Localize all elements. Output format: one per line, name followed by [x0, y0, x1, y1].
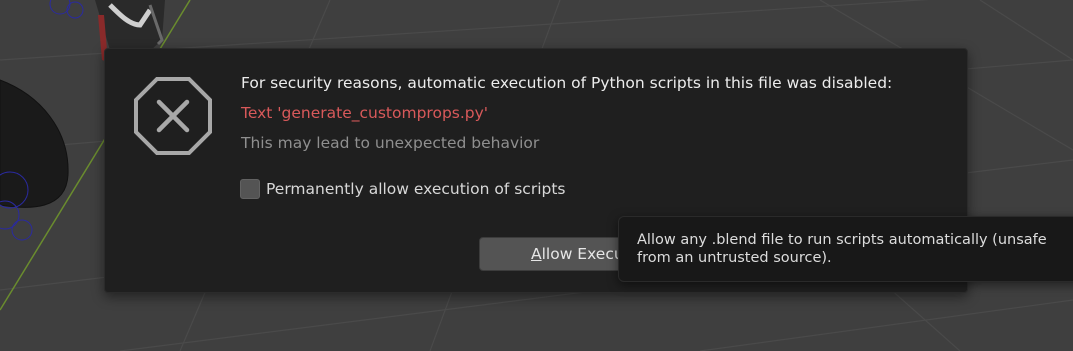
- allow-button-label: llow Execu: [541, 245, 624, 263]
- tooltip-line-2: from an untrusted source).: [637, 250, 832, 266]
- tooltip-line-1: Allow any .blend file to run scripts aut…: [637, 232, 1047, 248]
- disabled-script-name: Text 'generate_customprops.py': [241, 104, 489, 122]
- permanent-allow-label: Permanently allow execution of scripts: [266, 180, 566, 198]
- dialog-subtext: This may lead to unexpected behavior: [241, 134, 540, 152]
- cancel-octagon-icon: [134, 77, 212, 155]
- permanent-allow-checkbox[interactable]: [240, 179, 260, 199]
- viewport-object-silhouette: [0, 79, 69, 208]
- allow-tooltip: Allow any .blend file to run scripts aut…: [618, 216, 1073, 282]
- allow-button-accel-letter: A: [531, 245, 542, 263]
- dialog-heading: For security reasons, automatic executio…: [241, 74, 893, 92]
- permanent-allow-toggle[interactable]: Permanently allow execution of scripts: [240, 178, 566, 200]
